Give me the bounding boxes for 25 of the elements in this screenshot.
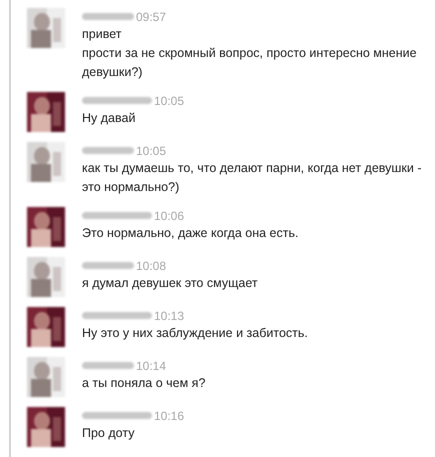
- redacted-name: [82, 147, 134, 154]
- message-time: 09:57: [136, 8, 166, 26]
- message-time: 10:05: [154, 92, 184, 110]
- message-text: привет: [82, 26, 122, 43]
- message-text: Ну это у них заблуждение и забитость.: [82, 325, 309, 342]
- redacted-name: [82, 362, 134, 369]
- message-text: Ну давай: [82, 110, 136, 127]
- message-time: 10:16: [154, 408, 184, 424]
- message-text: прости за не скромный вопрос, просто интересно мнение девушки?): [82, 45, 418, 81]
- message-text: я думал девушек это смущает: [82, 275, 259, 292]
- message-time: 10:08: [136, 258, 166, 274]
- redacted-name: [82, 212, 152, 219]
- message-text: а ты поняла о чем я?: [82, 375, 206, 392]
- message-text: Про доту: [82, 425, 136, 442]
- message-time: 10:14: [136, 358, 166, 374]
- message-text: Это нормально, даже когда она есть.: [82, 225, 300, 242]
- message-text: как ты думаешь то, что делают парни, когда нет девушки - это нормально?): [82, 160, 423, 196]
- message-time: 10:06: [154, 208, 184, 224]
- redacted-name: [82, 412, 152, 419]
- message-time: 10:05: [136, 142, 166, 160]
- redacted-name: [82, 13, 134, 20]
- redacted-name: [82, 312, 152, 319]
- redacted-name: [82, 97, 152, 104]
- message-time: 10:13: [154, 308, 184, 324]
- redacted-name: [82, 262, 134, 269]
